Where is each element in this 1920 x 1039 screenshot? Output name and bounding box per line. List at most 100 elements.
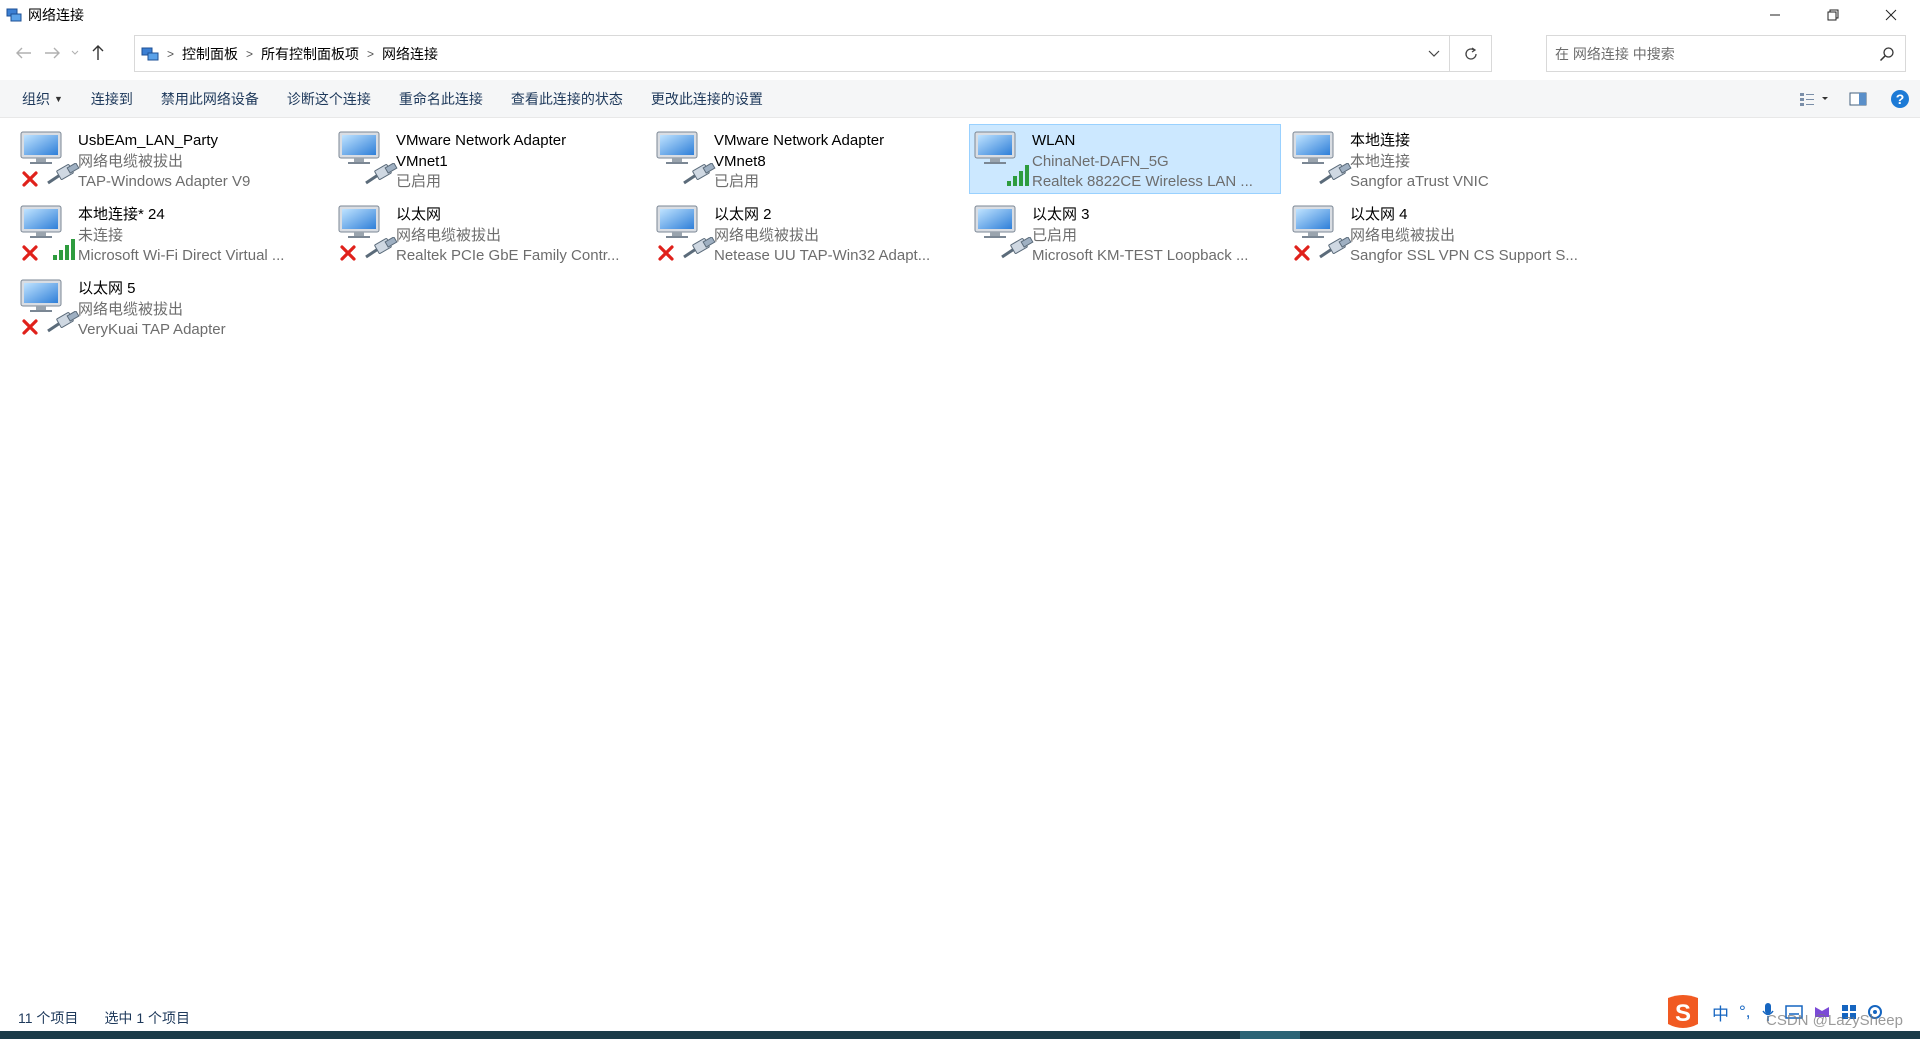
monitor-icon bbox=[20, 205, 62, 239]
connection-status: ChinaNet-DAFN_5G bbox=[1032, 152, 1169, 170]
breadcrumb-control-panel[interactable]: 控制面板 bbox=[182, 44, 238, 64]
connection-status: 已启用 bbox=[714, 173, 760, 190]
monitor-icon bbox=[656, 131, 698, 165]
connection-name: 本地连接 bbox=[1350, 132, 1411, 149]
disconnected-x-icon bbox=[22, 245, 38, 261]
connection-details: 本地连接 本地连接 Sangfor aTrust VNIC bbox=[1350, 125, 1590, 195]
breadcrumb-all-items[interactable]: 所有控制面板项 bbox=[261, 44, 359, 64]
connection-status: 已启用 bbox=[396, 173, 442, 190]
preview-pane-icon bbox=[1849, 92, 1867, 106]
network-adapter-icon bbox=[970, 125, 1032, 193]
ime-language-toggle[interactable]: 中 bbox=[1712, 1000, 1729, 1025]
connect-to-button[interactable]: 连接到 bbox=[77, 80, 147, 118]
connection-name: 以太网 bbox=[396, 206, 442, 223]
connection-details: UsbEAm_LAN_Party 网络电缆被拔出 TAP-Windows Adapt… bbox=[78, 125, 318, 195]
active-task-indicator bbox=[1240, 1031, 1300, 1039]
rename-button[interactable]: 重命名此连接 bbox=[385, 80, 497, 118]
control-panel-icon bbox=[141, 46, 159, 62]
recent-locations-button[interactable] bbox=[66, 38, 84, 68]
minimize-icon bbox=[1770, 14, 1780, 16]
close-icon bbox=[1885, 9, 1897, 21]
chevron-down-icon bbox=[1428, 50, 1440, 57]
connection-status: 网络电缆被拔出 bbox=[1350, 226, 1456, 244]
sogou-ime-logo-icon[interactable]: S bbox=[1664, 994, 1702, 1030]
forward-button[interactable] bbox=[38, 38, 66, 68]
view-controls: ? bbox=[1792, 80, 1920, 118]
ethernet-cable-icon bbox=[682, 162, 716, 187]
refresh-icon bbox=[1464, 46, 1477, 60]
connection-device: VeryKuai TAP Adapter bbox=[78, 321, 226, 338]
chevron-down-icon bbox=[71, 50, 79, 55]
connection-item[interactable]: 以太网 5 网络电缆被拔出 VeryKuai TAP Adapter bbox=[16, 273, 328, 343]
connection-item[interactable]: 以太网 2 网络电缆被拔出 Netease UU TAP-Win32 Adapt..… bbox=[652, 199, 964, 269]
restore-button[interactable] bbox=[1804, 0, 1862, 30]
connection-item[interactable]: 本地连接* 24 未连接 Microsoft Wi-Fi Direct Virtua… bbox=[16, 199, 328, 269]
ethernet-cable-icon bbox=[1318, 162, 1352, 187]
ethernet-cable-icon bbox=[364, 162, 398, 187]
address-bar[interactable]: > 控制面板 > 所有控制面板项 > 网络连接 bbox=[134, 35, 1492, 72]
connection-item[interactable]: 以太网 4 网络电缆被拔出 Sangfor SSL VPN CS Support S… bbox=[1288, 199, 1600, 269]
search-icon[interactable] bbox=[1879, 46, 1895, 62]
connection-status: 未连接 bbox=[78, 226, 124, 244]
connection-item[interactable]: 以太网网络电缆被拔出 Realtek PCIe GbE Family Contr.… bbox=[334, 199, 646, 269]
refresh-button[interactable] bbox=[1449, 36, 1491, 71]
disconnected-x-icon bbox=[1294, 245, 1310, 261]
address-history-dropdown[interactable] bbox=[1421, 36, 1447, 71]
change-view-button[interactable] bbox=[1792, 80, 1836, 118]
ethernet-cable-icon bbox=[1000, 236, 1034, 261]
connection-status: 本地连接 bbox=[1350, 152, 1411, 170]
ethernet-cable-icon bbox=[1318, 236, 1352, 261]
connection-item[interactable]: 以太网 3 已启用 Microsoft KM-TEST Loopback ... bbox=[970, 199, 1282, 269]
network-adapter-icon bbox=[16, 273, 80, 341]
connection-details: 以太网 3 已启用 Microsoft KM-TEST Loopback ... bbox=[1032, 199, 1272, 269]
up-button[interactable] bbox=[84, 38, 112, 68]
connection-item[interactable]: VMware Network Adapter VMnet8 已启用 bbox=[652, 125, 964, 195]
close-button[interactable] bbox=[1862, 0, 1920, 30]
connection-item[interactable]: UsbEAm_LAN_Party 网络电缆被拔出 TAP-Windows Adapt… bbox=[16, 125, 328, 195]
connection-details: 以太网 5 网络电缆被拔出 VeryKuai TAP Adapter bbox=[78, 273, 318, 343]
connection-item[interactable]: WLAN ChinaNet-DAFN_5G Realtek 8822CE Wirel… bbox=[969, 124, 1281, 194]
connection-details: 以太网 4 网络电缆被拔出 Sangfor SSL VPN CS Support S… bbox=[1350, 199, 1590, 269]
network-adapter-icon bbox=[652, 125, 716, 193]
minimize-button[interactable] bbox=[1746, 0, 1804, 30]
view-status-button[interactable]: 查看此连接的状态 bbox=[497, 80, 637, 118]
connection-item[interactable]: 本地连接 本地连接 Sangfor aTrust VNIC bbox=[1288, 125, 1600, 195]
connection-status: 网络电缆被拔出 bbox=[396, 226, 502, 244]
connection-details: 以太网 2 网络电缆被拔出 Netease UU TAP-Win32 Adapt..… bbox=[714, 199, 954, 269]
diagnose-button[interactable]: 诊断这个连接 bbox=[273, 80, 385, 118]
chevron-right-icon[interactable]: > bbox=[246, 47, 253, 61]
connection-status: 网络电缆被拔出 bbox=[714, 226, 820, 244]
ime-punctuation-icon[interactable]: °, bbox=[1739, 1002, 1751, 1022]
disconnected-x-icon bbox=[658, 245, 674, 261]
connection-details: WLAN ChinaNet-DAFN_5G Realtek 8822CE Wirel… bbox=[1032, 125, 1272, 193]
chevron-right-icon[interactable]: > bbox=[367, 47, 374, 61]
organize-menu[interactable]: 组织 ▼ bbox=[0, 80, 77, 118]
status-bar: 11 个项目 选中 1 个项目 bbox=[0, 1004, 1920, 1032]
title-bar: 网络连接 bbox=[0, 0, 1920, 30]
connection-item[interactable]: VMware Network Adapter VMnet1 已启用 bbox=[334, 125, 646, 195]
command-bar: 组织 ▼ 连接到 禁用此网络设备 诊断这个连接 重命名此连接 查看此连接的状态 … bbox=[0, 80, 1920, 118]
monitor-icon bbox=[974, 131, 1016, 165]
help-button[interactable]: ? bbox=[1880, 80, 1920, 118]
ethernet-cable-icon bbox=[364, 236, 398, 261]
search-input[interactable] bbox=[1555, 45, 1865, 62]
preview-pane-button[interactable] bbox=[1836, 80, 1880, 118]
connection-device: Realtek 8822CE Wireless LAN ... bbox=[1032, 173, 1253, 190]
taskbar-strip bbox=[0, 1031, 1920, 1039]
connection-details: 本地连接* 24 未连接 Microsoft Wi-Fi Direct Virtua… bbox=[78, 199, 318, 269]
network-connections-app-icon bbox=[6, 8, 22, 22]
back-button[interactable] bbox=[10, 38, 38, 68]
connection-device: Realtek PCIe GbE Family Contr... bbox=[396, 247, 620, 264]
breadcrumb-network-connections[interactable]: 网络连接 bbox=[382, 44, 438, 64]
ethernet-cable-icon bbox=[46, 310, 80, 335]
search-box[interactable] bbox=[1546, 35, 1906, 72]
change-settings-button[interactable]: 更改此连接的设置 bbox=[637, 80, 777, 118]
connection-name: VMware Network Adapter VMnet1 bbox=[396, 132, 567, 170]
svg-text:S: S bbox=[1675, 1000, 1691, 1027]
arrow-up-icon bbox=[92, 45, 104, 60]
disable-device-button[interactable]: 禁用此网络设备 bbox=[147, 80, 273, 118]
connection-details: VMware Network Adapter VMnet8 已启用 bbox=[714, 125, 954, 195]
wifi-signal-icon bbox=[52, 237, 78, 261]
monitor-icon bbox=[974, 205, 1016, 239]
connection-name: 以太网 5 bbox=[78, 280, 136, 297]
